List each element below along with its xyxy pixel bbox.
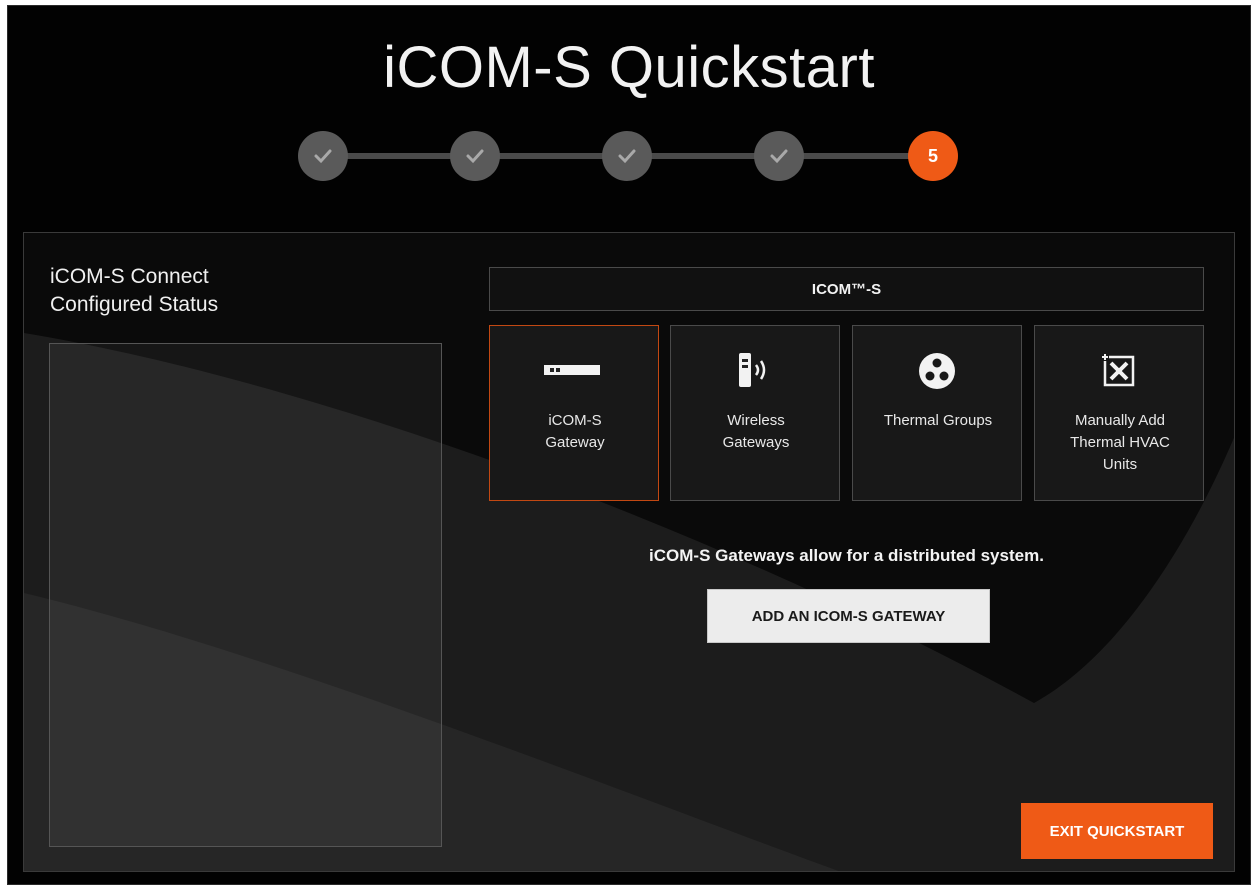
- content-panel: iCOM-S Connect Configured Status ICOM™-S…: [23, 232, 1235, 872]
- page-title: iCOM-S Quickstart: [383, 35, 875, 100]
- gateway-info-text: iCOM-S Gateways allow for a distributed …: [649, 546, 1044, 565]
- card-label-line3: Units: [1102, 456, 1138, 473]
- card-label: iCOM-S Gateway: [500, 410, 650, 454]
- card-wireless-gateways[interactable]: Wireless Gateways: [670, 325, 840, 501]
- step-4-complete[interactable]: [754, 131, 804, 181]
- quickstart-window: iCOM-S Quickstart 5 iCOM-S Connect Confi…: [7, 5, 1251, 885]
- card-label: Wireless Gateways: [681, 410, 831, 454]
- card-label-line2: Gateways: [722, 434, 790, 451]
- thermal-groups-icon: [853, 348, 1021, 394]
- progress-stepper: 5: [298, 126, 978, 186]
- configured-status-box: [49, 343, 442, 847]
- step-1-complete[interactable]: [298, 131, 348, 181]
- card-label: Manually Add Thermal HVAC Units: [1045, 410, 1195, 476]
- card-icom-s-gateway[interactable]: iCOM-S Gateway: [489, 325, 659, 501]
- card-label: Thermal Groups: [863, 410, 1013, 432]
- check-icon: [618, 149, 636, 164]
- connect-status-title: iCOM-S Connect Configured Status: [50, 263, 218, 319]
- card-label-line2: Gateway: [545, 434, 605, 451]
- icom-s-section-header: ICOM™-S: [489, 267, 1204, 311]
- check-icon: [314, 149, 332, 164]
- card-label-line1: Thermal Groups: [883, 412, 993, 429]
- step-2-complete[interactable]: [450, 131, 500, 181]
- gateway-device-icon: [490, 348, 658, 394]
- check-icon: [770, 149, 788, 164]
- card-thermal-groups[interactable]: Thermal Groups: [852, 325, 1022, 501]
- wireless-gateway-icon: [671, 348, 839, 394]
- card-label-line2: Thermal HVAC: [1070, 434, 1170, 451]
- connect-status-title-line1: iCOM-S Connect: [50, 265, 209, 288]
- card-manually-add-units[interactable]: Manually Add Thermal HVAC Units: [1034, 325, 1204, 501]
- step-3-complete[interactable]: [602, 131, 652, 181]
- step-5-active: 5: [908, 131, 958, 181]
- check-icon: [466, 149, 484, 164]
- connect-status-title-line2: Configured Status: [50, 293, 219, 316]
- card-label-line1: Wireless: [727, 412, 785, 429]
- card-label-line1: Manually Add: [1074, 412, 1166, 429]
- add-icom-s-gateway-button[interactable]: ADD AN ICOM-S GATEWAY: [707, 589, 990, 643]
- exit-quickstart-button[interactable]: EXIT QUICKSTART: [1021, 803, 1213, 859]
- manual-add-units-icon: [1035, 348, 1203, 394]
- card-label-line1: iCOM-S: [548, 412, 602, 429]
